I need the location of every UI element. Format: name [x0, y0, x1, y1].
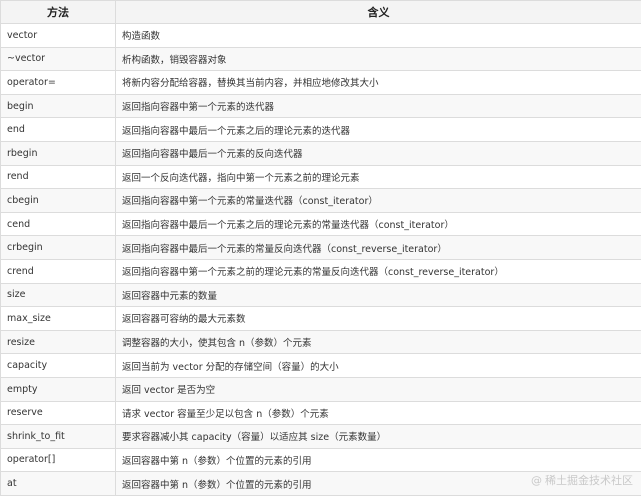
method-cell: empty: [1, 377, 116, 401]
table-row: operator=将新内容分配给容器，替换其当前内容，并相应地修改其大小: [1, 71, 641, 95]
meaning-cell: 返回容器中元素的数量: [116, 283, 641, 307]
method-cell: end: [1, 118, 116, 142]
table-row: ~vector析构函数，销毁容器对象: [1, 47, 641, 71]
method-cell: cend: [1, 212, 116, 236]
meaning-cell: 返回容器可容纳的最大元素数: [116, 307, 641, 331]
table-row: rbegin返回指向容器中最后一个元素的反向迭代器: [1, 141, 641, 165]
table-row: capacity返回当前为 vector 分配的存储空间（容量）的大小: [1, 354, 641, 378]
meaning-cell: 返回指向容器中第一个元素的迭代器: [116, 94, 641, 118]
meaning-cell: 返回容器中第 n（参数）个位置的元素的引用: [116, 472, 641, 496]
meaning-cell: 返回指向容器中第一个元素的常量迭代器（const_iterator）: [116, 189, 641, 213]
meaning-cell: 调整容器的大小，使其包含 n（参数）个元素: [116, 330, 641, 354]
method-cell: cbegin: [1, 189, 116, 213]
table-row: at返回容器中第 n（参数）个位置的元素的引用: [1, 472, 641, 496]
table-row: rend返回一个反向迭代器，指向中第一个元素之前的理论元素: [1, 165, 641, 189]
table-row: crbegin返回指向容器中最后一个元素的常量反向迭代器（const_rever…: [1, 236, 641, 260]
method-cell: begin: [1, 94, 116, 118]
method-cell: rbegin: [1, 141, 116, 165]
table-row: crend返回指向容器中第一个元素之前的理论元素的常量反向迭代器（const_r…: [1, 259, 641, 283]
method-cell: capacity: [1, 354, 116, 378]
meaning-cell: 请求 vector 容量至少足以包含 n（参数）个元素: [116, 401, 641, 425]
methods-table: 方法 含义 vector构造函数~vector析构函数，销毁容器对象operat…: [0, 0, 641, 496]
table-row: empty返回 vector 是否为空: [1, 377, 641, 401]
table-row: shrink_to_fit要求容器减小其 capacity（容量）以适应其 si…: [1, 425, 641, 449]
meaning-cell: 返回指向容器中最后一个元素的常量反向迭代器（const_reverse_iter…: [116, 236, 641, 260]
meaning-cell: 要求容器减小其 capacity（容量）以适应其 size（元素数量）: [116, 425, 641, 449]
table-row: max_size返回容器可容纳的最大元素数: [1, 307, 641, 331]
table-row: begin返回指向容器中第一个元素的迭代器: [1, 94, 641, 118]
table-row: operator[]返回容器中第 n（参数）个位置的元素的引用: [1, 448, 641, 472]
table-row: reserve请求 vector 容量至少足以包含 n（参数）个元素: [1, 401, 641, 425]
method-cell: operator[]: [1, 448, 116, 472]
table-row: resize调整容器的大小，使其包含 n（参数）个元素: [1, 330, 641, 354]
table-row: size返回容器中元素的数量: [1, 283, 641, 307]
meaning-cell: 返回指向容器中最后一个元素之后的理论元素的常量迭代器（const_iterato…: [116, 212, 641, 236]
meaning-cell: 返回容器中第 n（参数）个位置的元素的引用: [116, 448, 641, 472]
method-cell: ~vector: [1, 47, 116, 71]
method-cell: reserve: [1, 401, 116, 425]
method-cell: vector: [1, 24, 116, 48]
method-cell: at: [1, 472, 116, 496]
method-cell: crbegin: [1, 236, 116, 260]
meaning-cell: 返回一个反向迭代器，指向中第一个元素之前的理论元素: [116, 165, 641, 189]
method-cell: resize: [1, 330, 116, 354]
method-cell: size: [1, 283, 116, 307]
method-cell: max_size: [1, 307, 116, 331]
table-row: end返回指向容器中最后一个元素之后的理论元素的迭代器: [1, 118, 641, 142]
table-row: vector构造函数: [1, 24, 641, 48]
table-row: cend返回指向容器中最后一个元素之后的理论元素的常量迭代器（const_ite…: [1, 212, 641, 236]
method-cell: operator=: [1, 71, 116, 95]
method-cell: rend: [1, 165, 116, 189]
meaning-cell: 构造函数: [116, 24, 641, 48]
table-row: cbegin返回指向容器中第一个元素的常量迭代器（const_iterator）: [1, 189, 641, 213]
meaning-cell: 析构函数，销毁容器对象: [116, 47, 641, 71]
header-method: 方法: [1, 1, 116, 24]
meaning-cell: 将新内容分配给容器，替换其当前内容，并相应地修改其大小: [116, 71, 641, 95]
table-header-row: 方法 含义: [1, 1, 641, 24]
meaning-cell: 返回指向容器中第一个元素之前的理论元素的常量反向迭代器（const_revers…: [116, 259, 641, 283]
header-meaning: 含义: [116, 1, 641, 24]
method-cell: crend: [1, 259, 116, 283]
meaning-cell: 返回 vector 是否为空: [116, 377, 641, 401]
table-body: vector构造函数~vector析构函数，销毁容器对象operator=将新内…: [1, 24, 641, 496]
meaning-cell: 返回当前为 vector 分配的存储空间（容量）的大小: [116, 354, 641, 378]
meaning-cell: 返回指向容器中最后一个元素之后的理论元素的迭代器: [116, 118, 641, 142]
meaning-cell: 返回指向容器中最后一个元素的反向迭代器: [116, 141, 641, 165]
method-cell: shrink_to_fit: [1, 425, 116, 449]
